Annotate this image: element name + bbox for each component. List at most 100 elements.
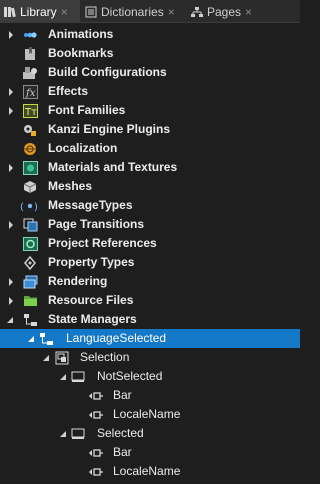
expand-arrow-icon[interactable] (6, 215, 16, 234)
tree-item-animations[interactable]: Animations (0, 25, 300, 44)
svg-text:(: ( (20, 202, 24, 213)
tree-item-materials-and-textures[interactable]: Materials and Textures (0, 158, 300, 177)
expand-arrow-icon[interactable] (6, 158, 16, 177)
property-icon (88, 407, 104, 422)
tree-item-label: Localization (48, 141, 118, 155)
tree-item-label: Selection (80, 350, 130, 364)
expand-arrow-icon[interactable] (6, 272, 16, 291)
tree-item-effects[interactable]: fx Effects (0, 82, 300, 101)
tree-item-label: Project References (48, 236, 157, 250)
tree-item-bar[interactable]: Bar (0, 443, 300, 462)
tab-label: Pages (207, 4, 242, 19)
property-icon (88, 445, 104, 460)
tree-item-bookmarks[interactable]: Bookmarks (0, 44, 300, 63)
tree-item-page-transitions[interactable]: Page Transitions (0, 215, 300, 234)
tree-item-label: Bar (113, 388, 132, 402)
meshes-icon (22, 179, 38, 194)
plugins-icon (22, 122, 38, 137)
tree-item-kanzi-engine-plugins[interactable]: Kanzi Engine Plugins (0, 120, 300, 139)
tab-label: Library (20, 4, 57, 19)
close-icon[interactable]: × (61, 1, 68, 23)
collapse-arrow-icon[interactable] (58, 424, 68, 443)
tree-item-rendering[interactable]: Rendering (0, 272, 300, 291)
tree-item-message-types[interactable]: () MessageTypes (0, 196, 300, 215)
tree-item-localization[interactable]: Localization (0, 139, 300, 158)
bookmarks-icon (22, 46, 38, 61)
state-manager-icon (38, 331, 54, 346)
collapse-arrow-icon[interactable] (26, 329, 36, 348)
tree-item-label: Bookmarks (48, 46, 114, 60)
property-types-icon (22, 255, 38, 270)
library-icon (3, 6, 17, 18)
expand-arrow-icon[interactable] (6, 82, 16, 101)
tab-library[interactable]: Library × (0, 0, 80, 22)
tree-item-font-families[interactable]: Tт Font Families (0, 101, 300, 120)
svg-text:Tт: Tт (24, 107, 37, 118)
tree-item-label: Property Types (48, 255, 135, 269)
tree-item-label: Build Configurations (48, 65, 167, 79)
build-configurations-icon (22, 65, 38, 80)
tree-item-locale-name[interactable]: LocaleName (0, 405, 300, 424)
tab-label: Dictionaries (101, 4, 164, 19)
panel-tab-bar: Library × Dictionaries × Pages × (0, 0, 300, 23)
tree-item-label: LanguageSelected (66, 331, 167, 345)
font-families-icon: Tт (22, 103, 38, 118)
tree-item-selected-state[interactable]: Selected (0, 424, 300, 443)
property-icon (88, 464, 104, 479)
dictionaries-icon (84, 6, 98, 18)
collapse-arrow-icon[interactable] (58, 367, 68, 386)
tree-item-label: Kanzi Engine Plugins (48, 122, 171, 136)
svg-text:): ) (34, 202, 38, 213)
effects-icon: fx (22, 84, 38, 99)
tree-item-label: MessageTypes (48, 198, 133, 212)
tree-item-meshes[interactable]: Meshes (0, 177, 300, 196)
tree-item-label: Selected (97, 426, 144, 440)
tree-item-project-references[interactable]: Project References (0, 234, 300, 253)
collapse-arrow-icon[interactable] (41, 348, 51, 367)
tree-item-label: NotSelected (97, 369, 163, 383)
state-icon (70, 426, 86, 441)
tree-item-selection[interactable]: Selection (0, 348, 300, 367)
tree-item-label: State Managers (48, 312, 137, 326)
expand-arrow-icon[interactable] (6, 25, 16, 44)
page-transitions-icon (22, 217, 38, 232)
folder-icon (22, 293, 38, 308)
property-icon (88, 388, 104, 403)
tree-item-label: LocaleName (113, 407, 181, 421)
close-icon[interactable]: × (168, 1, 175, 23)
tree-item-label: Rendering (48, 274, 108, 288)
tree-item-label: Animations (48, 27, 114, 41)
tree-item-label: Resource Files (48, 293, 134, 307)
animations-icon (22, 27, 38, 42)
library-tree: Animations Bookmarks Build Configuration… (0, 23, 300, 484)
tab-pages[interactable]: Pages × (190, 0, 270, 22)
state-group-icon (54, 350, 70, 365)
tree-item-resource-files[interactable]: Resource Files (0, 291, 300, 310)
message-types-icon: () (20, 198, 40, 213)
expand-arrow-icon[interactable] (6, 101, 16, 120)
tree-item-property-types[interactable]: Property Types (0, 253, 300, 272)
expand-arrow-icon[interactable] (6, 291, 16, 310)
tree-item-build-configurations[interactable]: Build Configurations (0, 63, 300, 82)
tree-item-label: Materials and Textures (48, 160, 178, 174)
tree-item-label: LocaleName (113, 464, 181, 478)
tree-item-language-selected[interactable]: LanguageSelected (0, 329, 300, 348)
tree-item-bar[interactable]: Bar (0, 386, 300, 405)
pages-icon (190, 6, 204, 18)
svg-text:fx: fx (25, 88, 36, 99)
tree-item-label: Bar (113, 445, 132, 459)
tree-item-label: Page Transitions (48, 217, 145, 231)
localization-icon (22, 141, 38, 156)
tree-item-label: Meshes (48, 179, 93, 193)
tree-item-locale-name[interactable]: LocaleName (0, 462, 300, 481)
tab-dictionaries[interactable]: Dictionaries × (84, 0, 186, 22)
project-references-icon (22, 236, 38, 251)
tree-item-not-selected[interactable]: NotSelected (0, 367, 300, 386)
state-managers-icon (22, 312, 38, 327)
state-icon (70, 369, 86, 384)
collapse-arrow-icon[interactable] (5, 310, 15, 329)
tree-item-state-managers[interactable]: State Managers (0, 310, 300, 329)
rendering-icon (22, 274, 38, 289)
close-icon[interactable]: × (245, 1, 252, 23)
tree-item-label: Font Families (48, 103, 126, 117)
